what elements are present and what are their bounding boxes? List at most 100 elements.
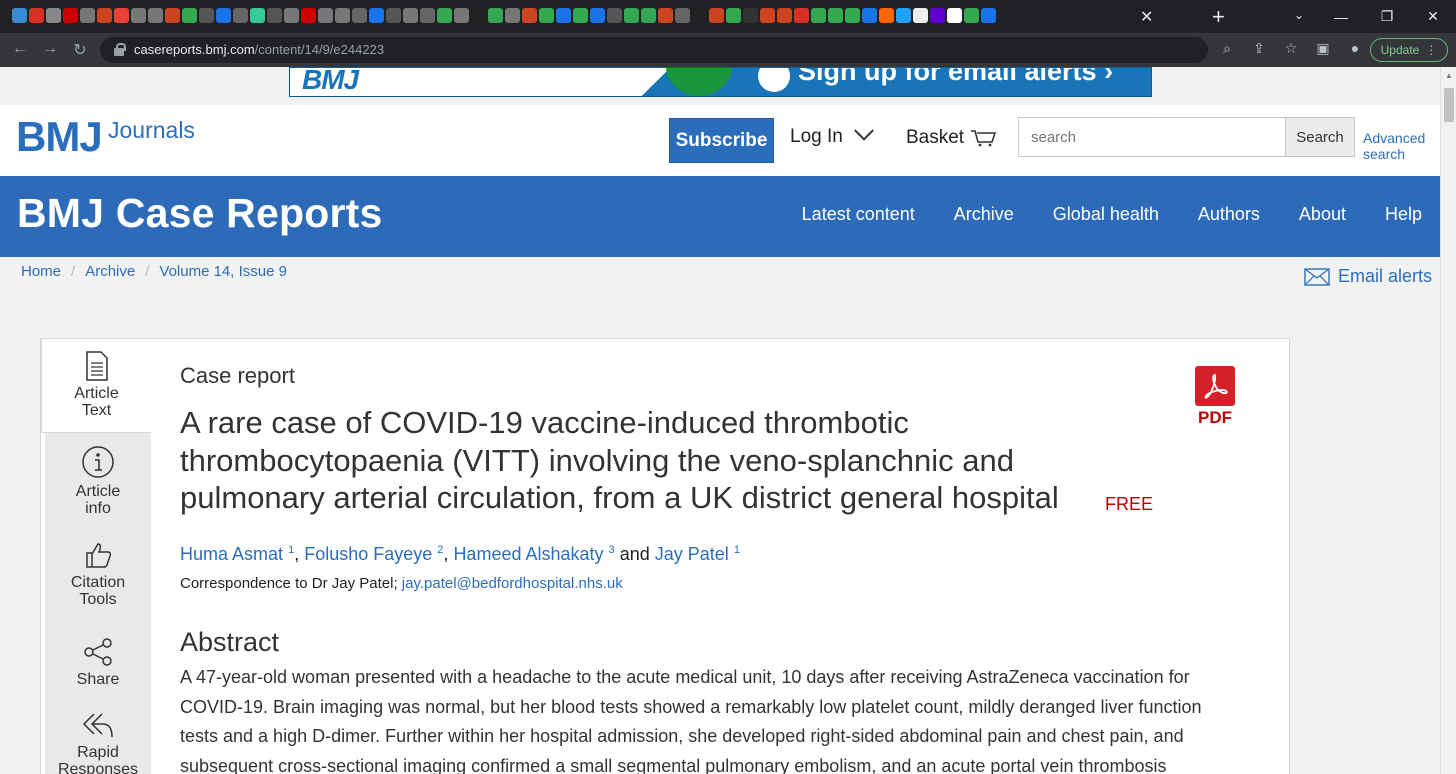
tab-favicon[interactable] <box>964 8 979 23</box>
tab-favicon[interactable] <box>216 8 231 23</box>
correspondence-email-link[interactable]: jay.patel@bedfordhospital.nhs.uk <box>402 575 623 592</box>
subscribe-button[interactable]: Subscribe <box>669 118 774 163</box>
share-icon[interactable]: ⇪ <box>1248 40 1270 57</box>
tab-favicon[interactable] <box>726 8 741 23</box>
maximize-icon[interactable]: ❐ <box>1364 0 1410 33</box>
search-input[interactable] <box>1018 117 1286 157</box>
tab-favicon[interactable] <box>624 8 639 23</box>
tab-favicon[interactable] <box>199 8 214 23</box>
login-menu[interactable]: Log In <box>790 120 874 148</box>
tab-favicon[interactable] <box>335 8 350 23</box>
breadcrumb-volume[interactable]: Volume 14, Issue 9 <box>159 263 287 280</box>
tab-favicon[interactable] <box>284 8 299 23</box>
minimize-icon[interactable]: — <box>1318 0 1364 33</box>
tab-favicon[interactable] <box>777 8 792 23</box>
tab-favicon[interactable] <box>250 8 265 23</box>
author-link[interactable]: Hameed Alshakaty <box>453 544 603 564</box>
bookmark-star-icon[interactable]: ☆ <box>1280 40 1302 57</box>
tab-favicon[interactable] <box>12 8 27 23</box>
pdf-download-button[interactable]: PDF <box>1195 366 1235 428</box>
tab-rapid-responses[interactable]: Rapid Responses <box>45 710 151 774</box>
tab-favicons[interactable] <box>12 7 1202 27</box>
page-scrollbar[interactable]: ▲ <box>1440 67 1456 774</box>
tab-article-info[interactable]: Article info <box>45 445 151 517</box>
close-window-icon[interactable]: ✕ <box>1410 0 1456 33</box>
tab-favicon[interactable] <box>590 8 605 23</box>
tab-favicon[interactable] <box>97 8 112 23</box>
tab-favicon[interactable] <box>896 8 911 23</box>
nav-help[interactable]: Help <box>1385 204 1422 225</box>
tab-favicon[interactable] <box>318 8 333 23</box>
tab-favicon[interactable] <box>267 8 282 23</box>
tab-favicon[interactable] <box>63 8 78 23</box>
lock-icon[interactable] <box>114 43 126 56</box>
tab-favicon[interactable] <box>981 8 996 23</box>
tab-article-text[interactable]: Article Text <box>41 338 151 433</box>
tab-favicon[interactable] <box>760 8 775 23</box>
tab-favicon[interactable] <box>913 8 928 23</box>
tab-favicon[interactable] <box>862 8 877 23</box>
tab-favicon[interactable] <box>454 8 469 23</box>
tab-favicon[interactable] <box>930 8 945 23</box>
journals-logo-text[interactable]: Journals <box>108 117 195 144</box>
tab-favicon[interactable] <box>352 8 367 23</box>
breadcrumb-home[interactable]: Home <box>21 263 61 280</box>
profile-icon[interactable]: ● <box>1344 40 1366 57</box>
tab-favicon[interactable] <box>114 8 129 23</box>
tab-favicon[interactable] <box>488 8 503 23</box>
tab-favicon[interactable] <box>794 8 809 23</box>
advanced-search-link[interactable]: Advanced search <box>1363 130 1433 162</box>
tab-favicon[interactable] <box>658 8 673 23</box>
tab-favicon[interactable] <box>420 8 435 23</box>
tab-favicon[interactable] <box>403 8 418 23</box>
tab-citation-tools[interactable]: Citation Tools <box>45 540 151 608</box>
tab-favicon[interactable] <box>879 8 894 23</box>
tab-favicon[interactable] <box>386 8 401 23</box>
nav-archive[interactable]: Archive <box>954 204 1014 225</box>
tab-share[interactable]: Share <box>45 637 151 688</box>
email-alerts-link[interactable]: Email alerts <box>1304 266 1432 287</box>
reload-icon[interactable]: ↻ <box>70 40 90 60</box>
author-link[interactable]: Folusho Fayeye <box>304 544 432 564</box>
tab-favicon[interactable] <box>437 8 452 23</box>
tab-favicon[interactable] <box>522 8 537 23</box>
tab-favicon[interactable] <box>692 8 707 23</box>
tab-favicon[interactable] <box>46 8 61 23</box>
tab-favicon[interactable] <box>675 8 690 23</box>
tab-favicon[interactable] <box>811 8 826 23</box>
journal-title[interactable]: BMJ Case Reports <box>17 190 382 237</box>
tab-favicon[interactable] <box>556 8 571 23</box>
author-affiliation[interactable]: 1 <box>734 544 740 556</box>
tab-favicon[interactable] <box>148 8 163 23</box>
more-menu-icon[interactable]: ⋮ <box>1425 43 1437 57</box>
basket-link[interactable]: Basket <box>906 127 964 149</box>
breadcrumb-archive[interactable]: Archive <box>85 263 135 280</box>
tab-favicon[interactable] <box>607 8 622 23</box>
tab-favicon[interactable] <box>709 8 724 23</box>
nav-authors[interactable]: Authors <box>1198 204 1260 225</box>
nav-about[interactable]: About <box>1299 204 1346 225</box>
tab-favicon[interactable] <box>641 8 656 23</box>
side-panel-icon[interactable]: ▣ <box>1312 40 1334 57</box>
tab-favicon[interactable] <box>573 8 588 23</box>
tab-favicon[interactable] <box>471 8 486 23</box>
tab-favicon[interactable] <box>131 8 146 23</box>
forward-icon[interactable]: → <box>40 40 60 58</box>
author-link[interactable]: Jay Patel <box>655 544 729 564</box>
tab-favicon[interactable] <box>165 8 180 23</box>
tab-favicon[interactable] <box>505 8 520 23</box>
tab-favicon[interactable] <box>29 8 44 23</box>
new-tab-button[interactable]: + <box>1212 4 1225 30</box>
tab-favicon[interactable] <box>182 8 197 23</box>
scroll-up-icon[interactable]: ▲ <box>1445 71 1453 80</box>
address-bar[interactable]: casereports.bmj.com/content/14/9/e244223 <box>100 37 1208 63</box>
zoom-icon[interactable]: ⌕ <box>1216 40 1238 57</box>
nav-latest-content[interactable]: Latest content <box>802 204 915 225</box>
author-link[interactable]: Huma Asmat <box>180 544 283 564</box>
tab-favicon[interactable] <box>845 8 860 23</box>
tab-favicon[interactable] <box>828 8 843 23</box>
author-affiliation[interactable]: 3 <box>609 544 615 556</box>
tab-favicon[interactable] <box>233 8 248 23</box>
update-button[interactable]: Update ⋮ <box>1370 38 1448 62</box>
tab-favicon[interactable] <box>369 8 384 23</box>
